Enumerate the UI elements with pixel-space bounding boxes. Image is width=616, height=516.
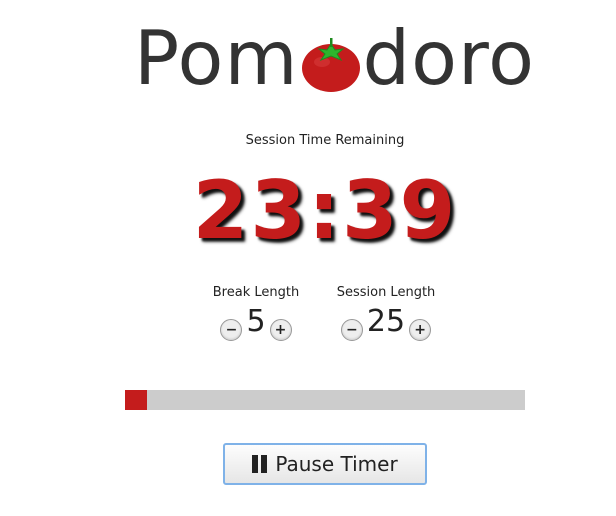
pause-icon <box>252 455 268 473</box>
break-decrement-button[interactable]: − <box>220 319 243 341</box>
pause-timer-label: Pause Timer <box>275 452 398 476</box>
timer-display: 23:39 <box>192 164 458 257</box>
session-length-label: Session Length <box>336 285 436 300</box>
app-title: Pom doro <box>134 8 534 108</box>
title-text-start: Pom <box>134 13 299 102</box>
break-increment-button[interactable]: + <box>269 319 292 341</box>
pause-timer-button[interactable]: Pause Timer <box>223 443 427 485</box>
break-length-value: 5 <box>246 304 266 339</box>
session-length-value: 25 <box>366 304 406 339</box>
progress-bar <box>125 390 525 410</box>
session-length-controls: − 25 + <box>321 302 451 346</box>
session-increment-button[interactable]: + <box>409 319 432 341</box>
session-decrement-button[interactable]: − <box>340 319 363 341</box>
break-length-group: Break Length − 5 + <box>191 285 321 346</box>
title-text-end: doro <box>362 13 536 102</box>
break-length-label: Break Length <box>212 285 300 300</box>
progress-fill <box>125 390 147 410</box>
pomodoro-app: Pom doro Session Time Remaining 23:39 Br… <box>0 0 616 516</box>
session-length-group: Session Length − 25 + <box>321 285 451 346</box>
break-length-controls: − 5 + <box>191 302 321 346</box>
session-time-label: Session Time Remaining <box>245 133 405 148</box>
tomato-icon <box>300 34 362 94</box>
